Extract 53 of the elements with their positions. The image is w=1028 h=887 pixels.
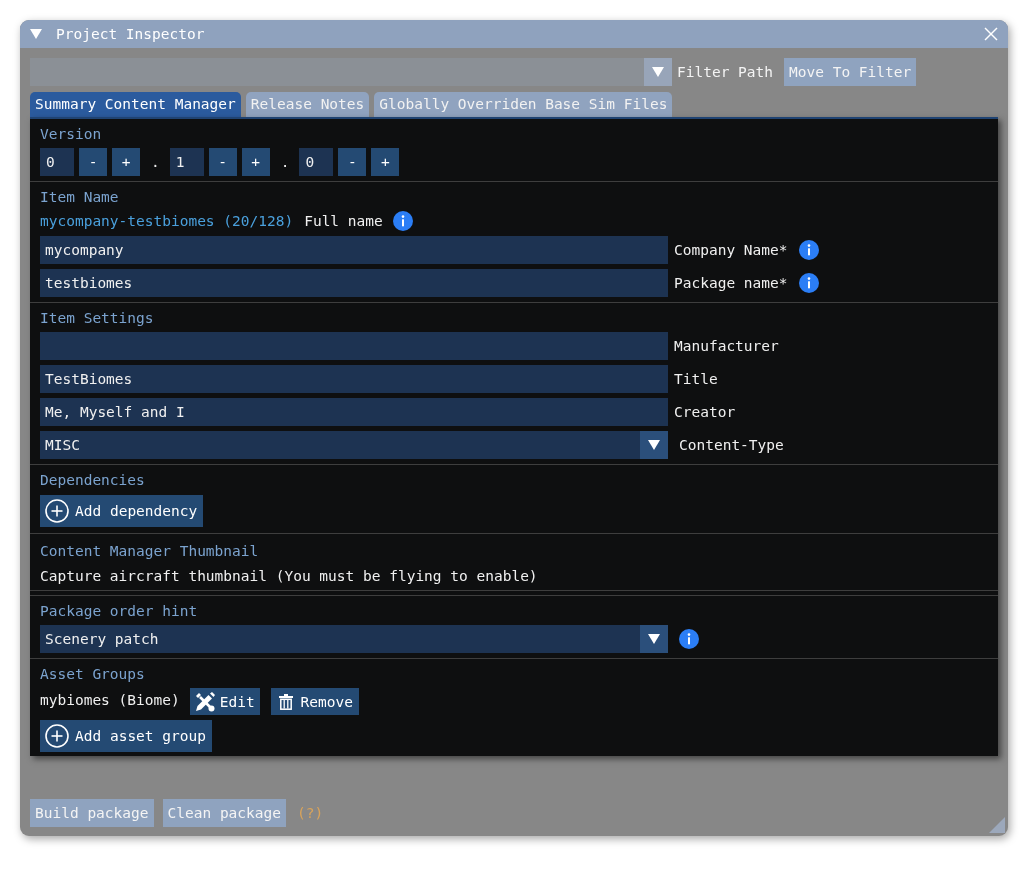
info-icon[interactable] — [798, 240, 819, 260]
window-title: Project Inspector — [56, 26, 206, 42]
dropdown[interactable]: Scenery patch — [40, 625, 668, 653]
text-field[interactable]: mycompany — [40, 236, 668, 264]
info-icon[interactable] — [679, 629, 699, 649]
full-name-value: mycompany-testbiomes (20/128) — [40, 213, 294, 229]
section-heading: Dependencies — [40, 471, 146, 489]
decrement-button[interactable]: - — [338, 148, 367, 176]
field-label: Content-Type — [679, 437, 784, 453]
version-field[interactable]: 0 — [40, 148, 74, 176]
add-asset-group-button[interactable]: Add asset group — [40, 720, 212, 752]
resize-grip-icon[interactable] — [989, 817, 1005, 833]
section-heading: Item Name — [40, 188, 120, 206]
tab[interactable]: Summary Content Manager — [30, 92, 241, 117]
decrement-button[interactable]: - — [79, 148, 107, 176]
increment-button[interactable]: + — [112, 148, 140, 176]
version-separator: . — [279, 154, 291, 170]
thumbnail-hint-text: Capture aircraft thumbnail (You must be flying to enable) — [40, 567, 539, 585]
plus-circle-icon — [45, 724, 69, 748]
edit-button[interactable]: Edit — [189, 688, 260, 715]
field-label: Manufacturer — [674, 338, 779, 354]
trash-icon — [278, 693, 293, 710]
text-field[interactable]: testbiomes — [40, 269, 668, 297]
section-heading: Package order hint — [40, 602, 199, 620]
increment-button[interactable]: + — [241, 148, 270, 176]
remove-button[interactable]: Remove — [270, 688, 359, 715]
full-name-label: Full name — [304, 213, 383, 229]
section-heading: Asset Groups — [40, 665, 146, 683]
filter-path-label: Filter Path — [677, 64, 774, 80]
field-label: Company Name* — [674, 242, 788, 258]
increment-button[interactable]: + — [371, 148, 400, 176]
field-label: Title — [674, 371, 718, 387]
field-label: Creator — [674, 404, 736, 420]
plus-circle-icon — [45, 499, 69, 523]
triangle-icon[interactable] — [30, 29, 42, 39]
section-heading: Version — [40, 125, 103, 143]
dropdown[interactable]: MISC — [40, 431, 668, 459]
text-field[interactable]: Me, Myself and I — [40, 398, 668, 426]
field-label: Package name* — [674, 275, 788, 291]
close-icon[interactable] — [984, 27, 998, 41]
version-field[interactable]: 0 — [299, 148, 334, 176]
text-field[interactable]: TestBiomes — [40, 365, 668, 393]
section-heading: Content Manager Thumbnail — [40, 542, 260, 560]
version-field[interactable]: 1 — [169, 148, 204, 176]
add-dependency-button[interactable]: Add dependency — [40, 495, 204, 527]
section-heading: Item Settings — [40, 309, 155, 327]
info-icon[interactable] — [798, 273, 819, 293]
info-icon[interactable] — [392, 211, 413, 231]
decrement-button[interactable]: - — [208, 148, 237, 176]
version-separator: . — [150, 154, 161, 170]
text-field[interactable] — [40, 332, 668, 360]
tools-icon — [194, 691, 215, 712]
asset-group-name: mybiomes (Biome) — [40, 691, 180, 708]
